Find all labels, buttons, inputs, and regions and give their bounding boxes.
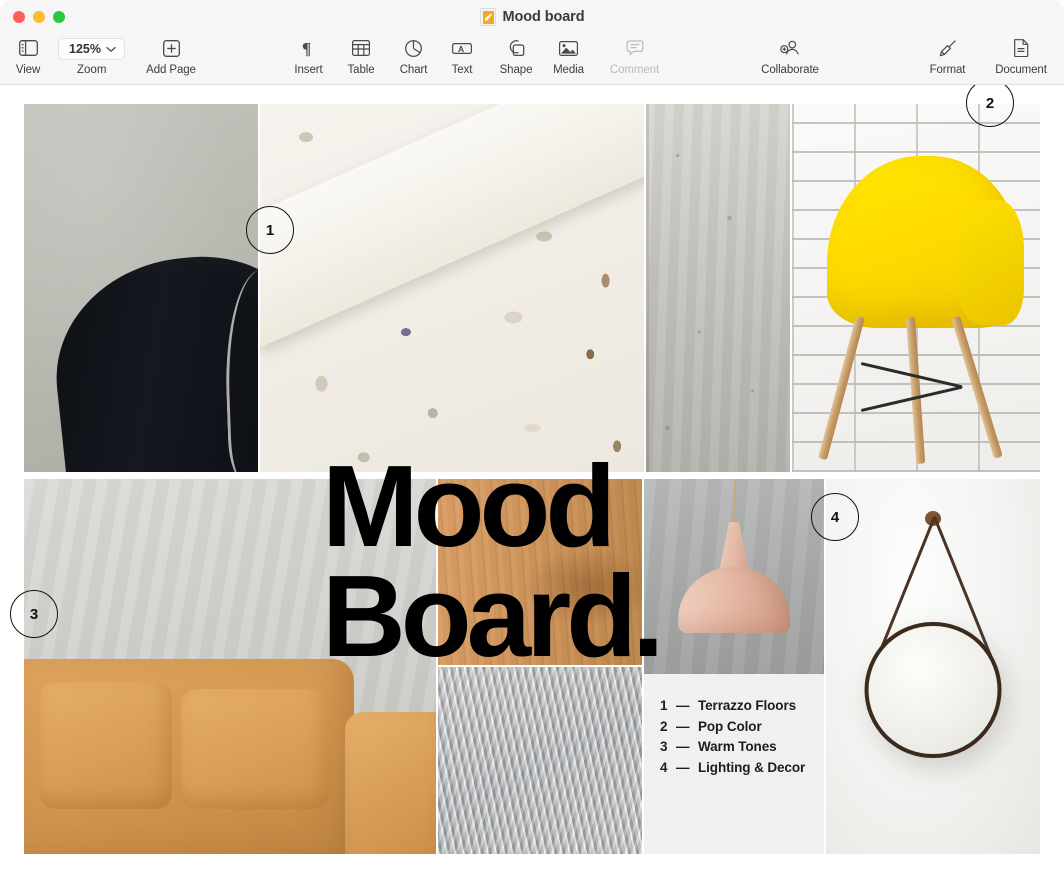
pilcrow-icon: ¶ — [301, 35, 316, 61]
toolbar-comment-label: Comment — [610, 64, 659, 76]
marker-badge-number: 4 — [831, 509, 839, 526]
pages-document-icon — [480, 8, 496, 26]
title-bar: Mood board — [0, 0, 1064, 33]
shapes-icon — [507, 35, 525, 61]
toolbar-format-button[interactable]: Format — [921, 35, 974, 76]
pages-window: Mood board View 125% — [0, 0, 1064, 878]
toolbar-table-label: Table — [348, 64, 375, 76]
legend-dash: — — [676, 696, 698, 717]
window-title: Mood board — [503, 9, 585, 25]
toolbar-collaborate-button[interactable]: Collaborate — [752, 35, 828, 76]
legend-label: Terrazzo Floors — [698, 696, 796, 717]
document-page: 1 — Terrazzo Floors 2 — Pop Color 3 — Wa… — [24, 104, 1040, 854]
toolbar-chart-label: Chart — [400, 64, 428, 76]
close-button[interactable] — [13, 11, 25, 23]
paintbrush-icon — [939, 35, 957, 61]
toolbar-add-page-button[interactable]: Add Page — [139, 35, 203, 76]
legend-label: Lighting & Decor — [698, 758, 805, 779]
toolbar-insert-label: Insert — [294, 64, 322, 76]
legend-label: Warm Tones — [698, 737, 777, 758]
text-box-icon: A — [452, 35, 472, 61]
add-person-icon — [780, 35, 800, 61]
legend-item: 2 — Pop Color — [660, 717, 824, 738]
legend-panel: 1 — Terrazzo Floors 2 — Pop Color 3 — Wa… — [644, 674, 824, 854]
legend-dash: — — [676, 717, 698, 738]
legend-label: Pop Color — [698, 717, 762, 738]
toolbar-view-label: View — [16, 64, 40, 76]
round-hanging-mirror-photo[interactable] — [826, 479, 1040, 854]
toolbar-view-button[interactable]: View — [10, 35, 46, 76]
black-leather-chair-photo[interactable] — [24, 104, 258, 472]
toolbar-format-label: Format — [930, 64, 966, 76]
concrete-wall-texture-photo[interactable] — [646, 104, 790, 472]
mirror-ring — [865, 622, 1002, 759]
blush-pendant-lamp-photo[interactable] — [644, 479, 824, 674]
lamp-neck — [719, 522, 750, 573]
marker-badge-3[interactable]: 3 — [10, 590, 58, 638]
toolbar-document-button[interactable]: Document — [983, 35, 1059, 76]
marker-badge-4[interactable]: 4 — [811, 493, 859, 541]
legend-item: 1 — Terrazzo Floors — [660, 696, 824, 717]
toolbar: View 125% Zoom Add Page ¶ — [0, 33, 1064, 85]
legend-dash: — — [676, 758, 698, 779]
toolbar-chart-button[interactable]: Chart — [391, 35, 436, 76]
chair-shape — [45, 246, 258, 472]
lamp-shade — [678, 567, 790, 633]
legend-dash: — — [676, 737, 698, 758]
sofa-cushion — [181, 689, 329, 809]
gray-shag-fur-texture-photo[interactable] — [438, 667, 642, 854]
marker-badge-number: 3 — [30, 606, 38, 623]
chair-leg — [906, 317, 925, 464]
toolbar-text-button[interactable]: A Text — [442, 35, 482, 76]
marker-badge-number: 1 — [266, 222, 274, 239]
toolbar-text-label: Text — [452, 64, 473, 76]
terrazzo-slab-edge — [260, 104, 644, 347]
toolbar-document-label: Document — [995, 64, 1047, 76]
pie-chart-icon — [405, 35, 422, 61]
toolbar-comment-button[interactable]: Comment — [597, 35, 672, 76]
zoom-select[interactable]: 125% — [58, 38, 125, 60]
legend-number: 3 — [660, 737, 676, 758]
sofa-cushion — [40, 682, 172, 810]
toolbar-collaborate-label: Collaborate — [761, 64, 819, 76]
toolbar-add-page-label: Add Page — [146, 64, 196, 76]
image-icon — [559, 35, 578, 61]
sofa-arm — [345, 712, 436, 855]
oak-wood-grain-texture-photo[interactable] — [438, 479, 642, 665]
toolbar-table-button[interactable]: Table — [338, 35, 384, 76]
legend-number: 4 — [660, 758, 676, 779]
marker-badge-number: 2 — [986, 95, 994, 112]
chair-leg — [819, 316, 866, 461]
table-grid-icon — [352, 35, 370, 61]
sidebar-icon — [19, 35, 38, 61]
toolbar-shape-label: Shape — [500, 64, 533, 76]
plus-box-icon — [163, 35, 180, 61]
legend-item: 4 — Lighting & Decor — [660, 758, 824, 779]
lamp-cord — [734, 479, 736, 526]
tan-leather-sofa-photo[interactable] — [24, 479, 436, 854]
legend-item: 3 — Warm Tones — [660, 737, 824, 758]
legend-number: 1 — [660, 696, 676, 717]
white-terrazzo-texture-photo[interactable] — [260, 104, 644, 472]
toolbar-media-button[interactable]: Media — [545, 35, 592, 76]
maximize-button[interactable] — [53, 11, 65, 23]
window-title-group: Mood board — [0, 0, 1064, 33]
chevron-down-icon — [106, 40, 116, 58]
toolbar-zoom-label: Zoom — [77, 64, 106, 76]
minimize-button[interactable] — [33, 11, 45, 23]
marker-badge-1[interactable]: 1 — [246, 206, 294, 254]
document-page-icon — [1014, 35, 1029, 61]
svg-text:A: A — [458, 44, 464, 54]
comment-bubble-icon — [626, 35, 644, 61]
zoom-value: 125% — [69, 42, 101, 56]
yellow-chair-shell — [827, 156, 1020, 329]
document-canvas[interactable]: 1 — Terrazzo Floors 2 — Pop Color 3 — Wa… — [0, 85, 1064, 878]
svg-text:¶: ¶ — [302, 40, 311, 57]
yellow-chair-brick-wall-photo[interactable] — [792, 104, 1040, 472]
traffic-lights — [0, 11, 65, 23]
toolbar-shape-button[interactable]: Shape — [491, 35, 541, 76]
toolbar-media-label: Media — [553, 64, 584, 76]
legend-number: 2 — [660, 717, 676, 738]
toolbar-insert-button[interactable]: ¶ Insert — [286, 35, 331, 76]
